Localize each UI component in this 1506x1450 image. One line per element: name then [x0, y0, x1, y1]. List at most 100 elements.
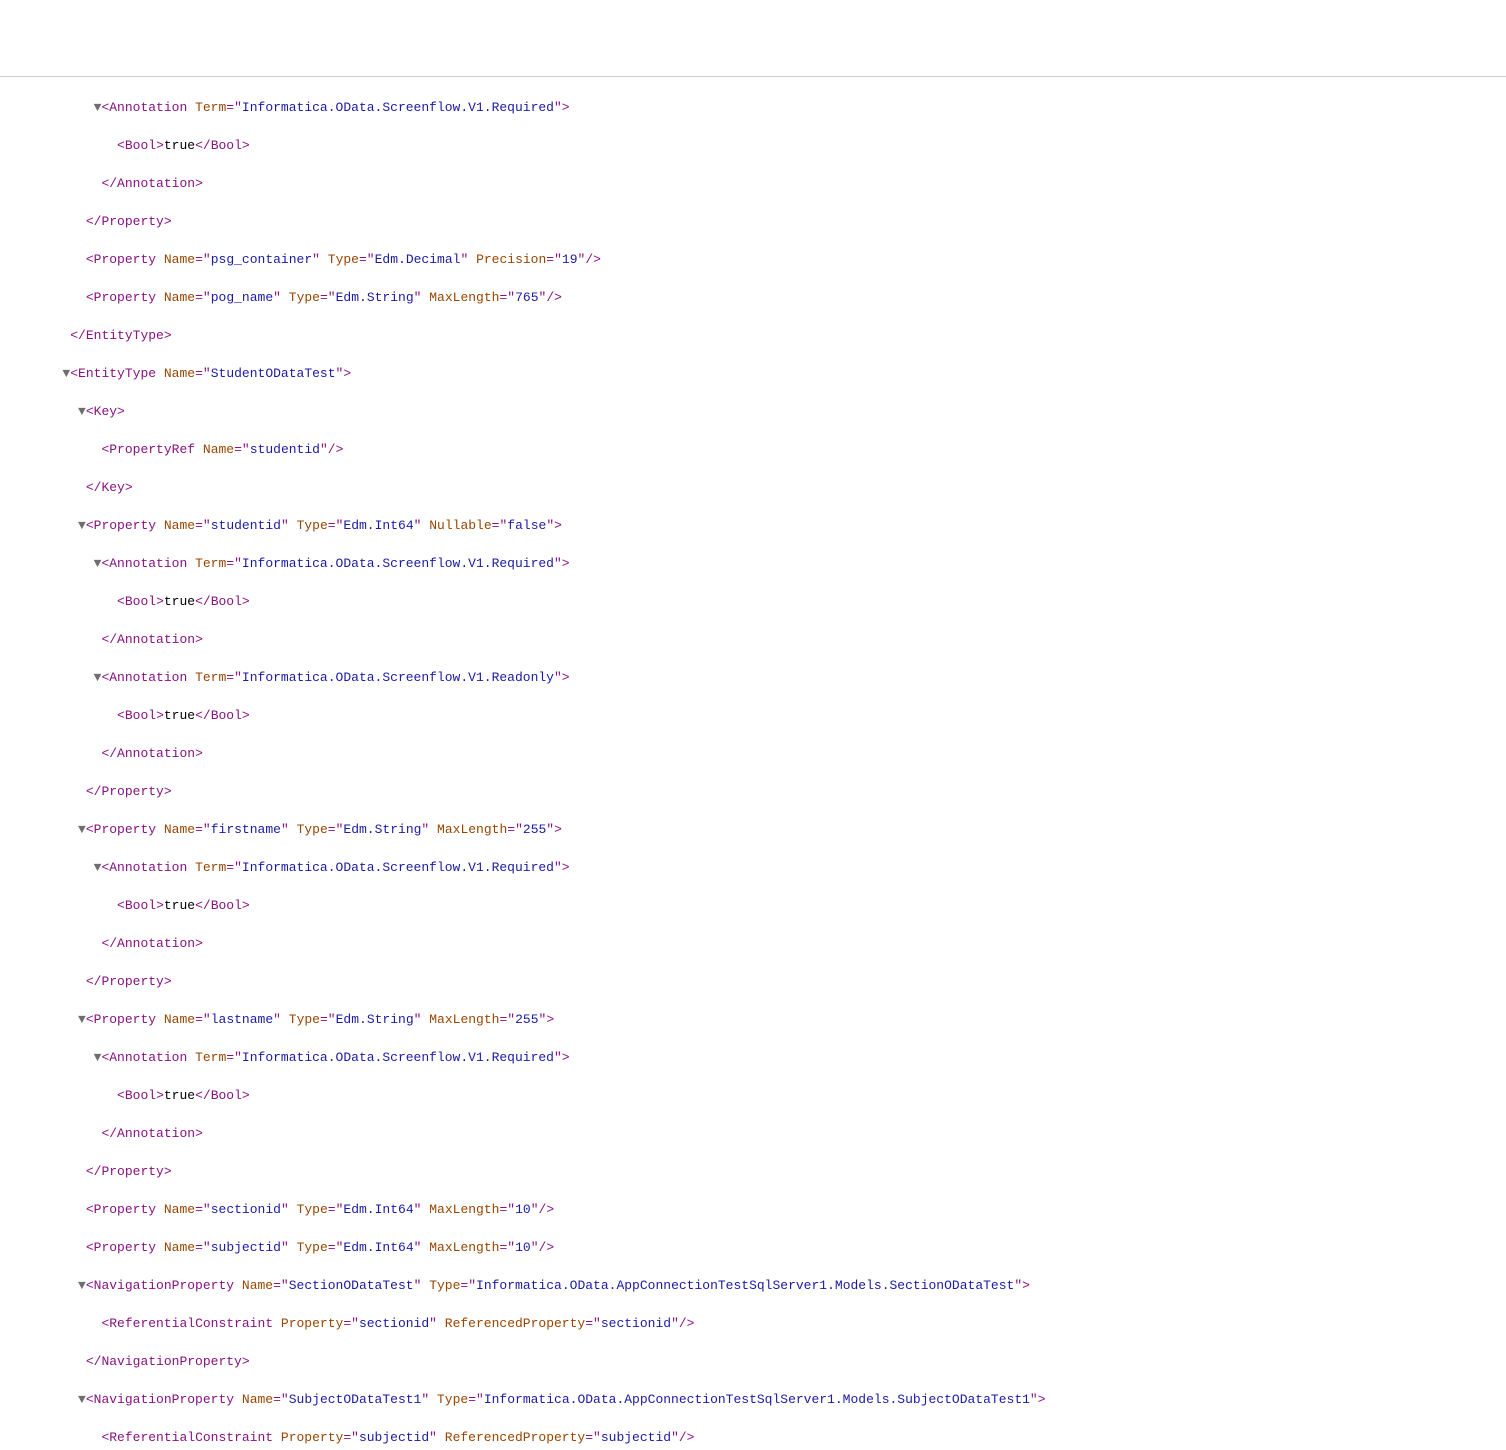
xml-line: </Annotation> — [0, 744, 1506, 763]
xml-line: <Property Name="subjectid" Type="Edm.Int… — [0, 1238, 1506, 1257]
xml-tag-name: Property — [94, 1202, 156, 1217]
xml-attr-value: lastname — [211, 1012, 273, 1027]
xml-line: </Key> — [0, 478, 1506, 497]
xml-tag-name: Property — [101, 214, 163, 229]
xml-tag-name: Bool — [125, 898, 156, 913]
xml-attr-value: Edm.Decimal — [375, 252, 461, 267]
xml-tree-viewer: ▼<Annotation Term="Informatica.OData.Scr… — [0, 98, 1506, 1450]
xml-line: </Annotation> — [0, 934, 1506, 953]
xml-attr-name: MaxLength — [429, 1012, 499, 1027]
xml-attr-name: Name — [164, 252, 195, 267]
xml-attr-value: Edm.Int64 — [343, 1202, 413, 1217]
xml-attr-value: StudentODataTest — [211, 366, 336, 381]
xml-tag-name: Annotation — [109, 1050, 187, 1065]
xml-tag-name: Bool — [211, 708, 242, 723]
disclosure-triangle-icon[interactable]: ▼ — [78, 1278, 86, 1293]
xml-attr-value: sectionid — [359, 1316, 429, 1331]
xml-line: </NavigationProperty> — [0, 1352, 1506, 1371]
xml-line: <Bool>true</Bool> — [0, 592, 1506, 611]
xml-tag-name: Annotation — [117, 632, 195, 647]
xml-tag-name: Property — [101, 784, 163, 799]
xml-attr-value: sectionid — [211, 1202, 281, 1217]
xml-tag-name: Property — [94, 1012, 156, 1027]
xml-attr-name: Type — [297, 1240, 328, 1255]
xml-attr-value: subjectid — [601, 1430, 671, 1445]
xml-attr-name: Name — [164, 1240, 195, 1255]
disclosure-triangle-icon[interactable]: ▼ — [94, 1050, 102, 1065]
xml-attr-name: Term — [195, 556, 226, 571]
xml-line: ▼<Annotation Term="Informatica.OData.Scr… — [0, 858, 1506, 877]
xml-line: <ReferentialConstraint Property="subject… — [0, 1428, 1506, 1447]
xml-tag-name: Annotation — [117, 936, 195, 951]
xml-attr-name: Type — [289, 1012, 320, 1027]
xml-tag-name: Annotation — [109, 556, 187, 571]
xml-tag-name: NavigationProperty — [94, 1278, 234, 1293]
disclosure-triangle-icon[interactable]: ▼ — [78, 822, 86, 837]
xml-line: ▼<Property Name="lastname" Type="Edm.Str… — [0, 1010, 1506, 1029]
xml-attr-name: MaxLength — [429, 1240, 499, 1255]
xml-attr-name: Type — [297, 822, 328, 837]
xml-attr-value: Edm.Int64 — [343, 1240, 413, 1255]
xml-attr-value: SectionODataTest — [289, 1278, 414, 1293]
xml-attr-value: Informatica.OData.Screenflow.V1.Required — [242, 860, 554, 875]
xml-line: <Bool>true</Bool> — [0, 136, 1506, 155]
xml-attr-name: Name — [242, 1392, 273, 1407]
xml-tag-name: Key — [94, 404, 117, 419]
xml-tag-name: Bool — [211, 1088, 242, 1103]
disclosure-triangle-icon[interactable]: ▼ — [78, 404, 86, 419]
disclosure-triangle-icon[interactable]: ▼ — [78, 1012, 86, 1027]
xml-tag-name: Key — [101, 480, 124, 495]
xml-tag-name: EntityType — [78, 366, 156, 381]
xml-tag-name: ReferentialConstraint — [109, 1430, 273, 1445]
xml-attr-value: Informatica.OData.AppConnectionTestSqlSe… — [484, 1392, 1030, 1407]
xml-tag-name: Annotation — [117, 746, 195, 761]
xml-line: </Property> — [0, 1162, 1506, 1181]
xml-attr-value: 10 — [515, 1240, 531, 1255]
xml-line: <PropertyRef Name="studentid"/> — [0, 440, 1506, 459]
xml-tag-name: Bool — [125, 594, 156, 609]
xml-attr-name: MaxLength — [437, 822, 507, 837]
xml-attr-value: pog_name — [211, 290, 273, 305]
xml-tag-name: Bool — [211, 594, 242, 609]
xml-attr-name: Term — [195, 670, 226, 685]
disclosure-triangle-icon[interactable]: ▼ — [78, 1392, 86, 1407]
xml-attr-value: 765 — [515, 290, 538, 305]
xml-attr-value: subjectid — [211, 1240, 281, 1255]
xml-attr-value: 255 — [515, 1012, 538, 1027]
xml-attr-value: 19 — [562, 252, 578, 267]
xml-attr-value: firstname — [211, 822, 281, 837]
xml-attr-name: Term — [195, 100, 226, 115]
xml-attr-name: Type — [297, 1202, 328, 1217]
xml-text: true — [164, 1088, 195, 1103]
xml-line: ▼<Annotation Term="Informatica.OData.Scr… — [0, 98, 1506, 117]
xml-line: ▼<NavigationProperty Name="SectionODataT… — [0, 1276, 1506, 1295]
xml-attr-value: Edm.Int64 — [343, 518, 413, 533]
xml-line: <Property Name="psg_container" Type="Edm… — [0, 250, 1506, 269]
xml-attr-name: Name — [164, 518, 195, 533]
xml-attr-value: 10 — [515, 1202, 531, 1217]
xml-attr-name: ReferencedProperty — [445, 1316, 585, 1331]
xml-attr-name: ReferencedProperty — [445, 1430, 585, 1445]
xml-attr-value: Informatica.OData.Screenflow.V1.Readonly — [242, 670, 554, 685]
disclosure-triangle-icon[interactable]: ▼ — [94, 860, 102, 875]
xml-line: ▼<Property Name="firstname" Type="Edm.St… — [0, 820, 1506, 839]
xml-attr-value: Edm.String — [336, 290, 414, 305]
xml-attr-name: Name — [242, 1278, 273, 1293]
xml-tag-name: Property — [94, 290, 156, 305]
xml-attr-name: Type — [289, 290, 320, 305]
xml-tag-name: ReferentialConstraint — [109, 1316, 273, 1331]
xml-line: </Property> — [0, 972, 1506, 991]
xml-tag-name: NavigationProperty — [101, 1354, 241, 1369]
xml-attr-name: Precision — [476, 252, 546, 267]
xml-tag-name: Bool — [211, 138, 242, 153]
xml-text: true — [164, 708, 195, 723]
xml-tag-name: NavigationProperty — [94, 1392, 234, 1407]
xml-attr-name: Name — [164, 1202, 195, 1217]
xml-tag-name: Bool — [125, 138, 156, 153]
xml-tag-name: Bool — [211, 898, 242, 913]
xml-line: ▼<Annotation Term="Informatica.OData.Scr… — [0, 554, 1506, 573]
xml-attr-value: Edm.String — [343, 822, 421, 837]
disclosure-triangle-icon[interactable]: ▼ — [78, 518, 86, 533]
xml-tag-name: Annotation — [109, 860, 187, 875]
xml-tag-name: Property — [94, 252, 156, 267]
